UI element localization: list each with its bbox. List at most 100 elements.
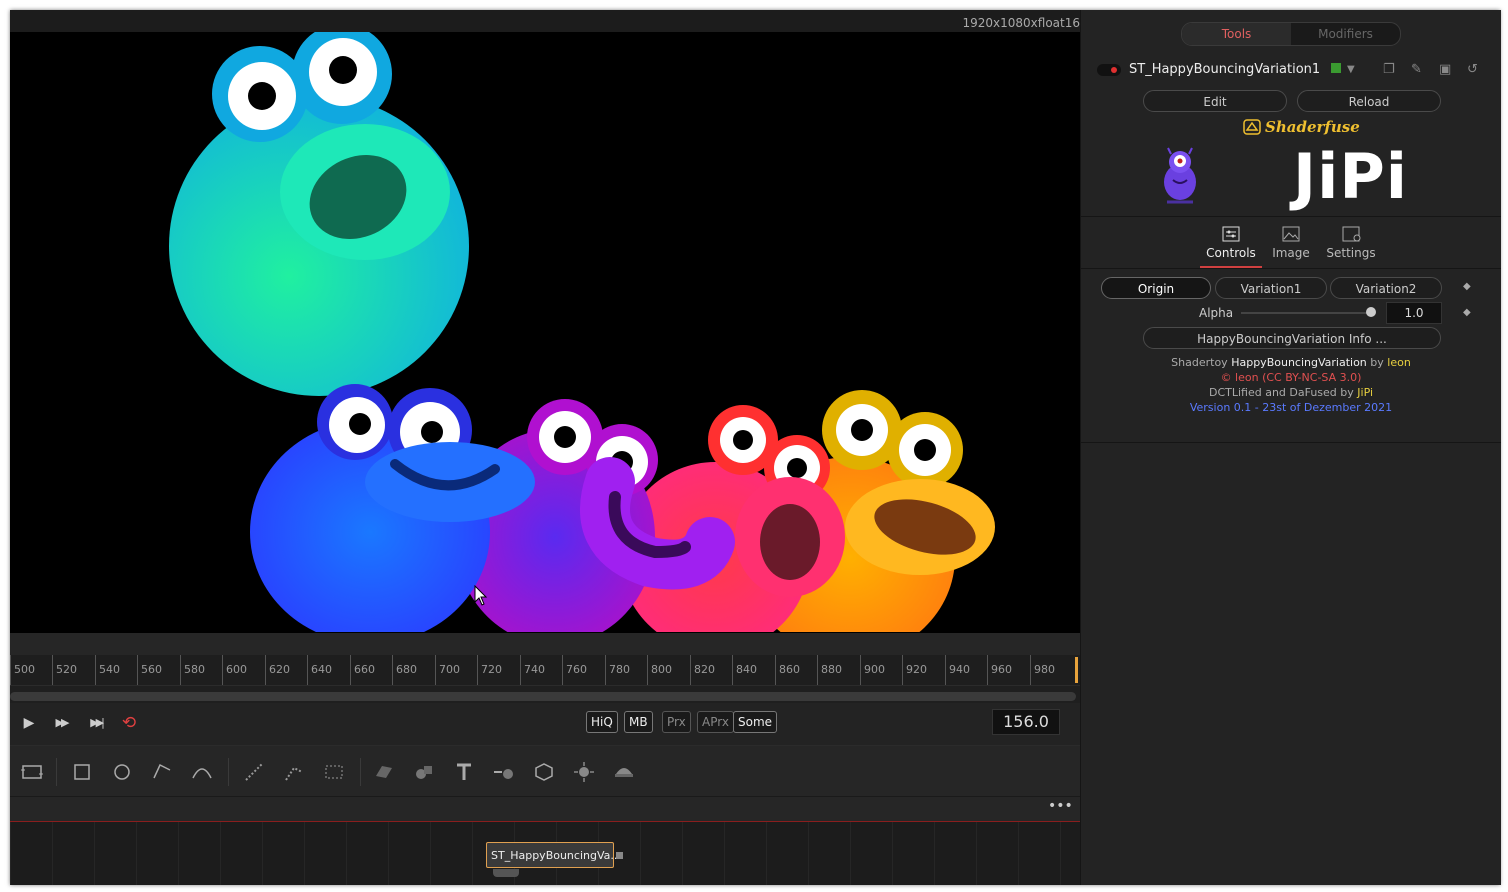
- jipi-title: JiPi: [1293, 140, 1409, 213]
- monster-mascot-icon: [1164, 147, 1196, 204]
- hiq-toggle[interactable]: HiQ: [586, 711, 618, 733]
- timeline-scrollbar[interactable]: [10, 692, 1076, 701]
- ruler-tick: 660: [350, 655, 392, 685]
- play-button[interactable]: ▶: [18, 713, 40, 733]
- go-to-end-button[interactable]: ▶▶|: [82, 713, 110, 733]
- tab-modifiers[interactable]: Modifiers: [1291, 23, 1400, 45]
- blob-cyan: [169, 32, 469, 396]
- sliders-icon: [1222, 226, 1240, 242]
- node-input-port[interactable]: [493, 869, 519, 877]
- reset-icon[interactable]: ↺: [1467, 62, 1478, 77]
- ruler-tick: 620: [265, 655, 307, 685]
- ruler-tick: 920: [902, 655, 945, 685]
- viewer-panel[interactable]: 1920x1080xfloat16: [10, 10, 1080, 633]
- fast-forward-button[interactable]: ▶▶: [50, 713, 72, 733]
- viewer-canvas[interactable]: [10, 32, 1080, 632]
- spotlight-3d-icon[interactable]: [572, 760, 596, 784]
- shader-node[interactable]: ST_HappyBouncingVa...: [486, 842, 621, 868]
- lock-icon[interactable]: ▣: [1439, 62, 1451, 77]
- alpha-value-field[interactable]: 1.0: [1386, 302, 1442, 324]
- author-link[interactable]: leon: [1387, 356, 1411, 369]
- credits-text: by: [1366, 356, 1388, 369]
- keyframe-diamond-icon[interactable]: ◆: [1463, 307, 1471, 318]
- ruler-tick: 740: [520, 655, 562, 685]
- proxy-toggle[interactable]: Prx: [662, 711, 691, 733]
- ruler-tick: 840: [732, 655, 775, 685]
- more-options-button[interactable]: •••: [1048, 799, 1073, 818]
- bspline-mask-icon[interactable]: [190, 760, 214, 784]
- fusion-app-window: 1920x1080xfloat16 500 520 540 560 580 60…: [10, 10, 1501, 885]
- info-button[interactable]: HappyBouncingVariation Info ...: [1143, 327, 1441, 349]
- versions-icon[interactable]: ❐: [1383, 62, 1395, 77]
- divider: [1081, 442, 1501, 443]
- alpha-slider-knob[interactable]: [1366, 307, 1376, 317]
- fast-forward-icon: ▶▶: [55, 716, 70, 729]
- ruler-tick: 880: [817, 655, 860, 685]
- tool-enable-toggle[interactable]: [1097, 64, 1121, 76]
- ruler-tick: 760: [562, 655, 605, 685]
- renderer-3d-icon[interactable]: [612, 760, 636, 784]
- alpha-slider-track[interactable]: [1241, 312, 1373, 314]
- rectangle-mask-icon[interactable]: [70, 760, 94, 784]
- resolution-label: 1920x1080xfloat16: [962, 16, 1080, 30]
- tool-color-swatch[interactable]: [1331, 63, 1341, 73]
- keyframe-diamond-icon[interactable]: ◆: [1463, 281, 1471, 292]
- play-icon: ▶: [23, 715, 35, 731]
- ruler-tick: 520: [52, 655, 95, 685]
- variation1-button[interactable]: Variation1: [1215, 277, 1327, 299]
- tab-tools[interactable]: Tools: [1182, 23, 1291, 45]
- text-3d-icon[interactable]: [452, 760, 476, 784]
- particle-emitter-icon[interactable]: [242, 760, 266, 784]
- tab-settings-label: Settings: [1326, 246, 1376, 260]
- auto-proxy-toggle[interactable]: APrx: [697, 711, 734, 733]
- tab-image[interactable]: Image: [1264, 224, 1318, 266]
- toolbar-separator: [56, 758, 57, 786]
- ruler-tick: 900: [860, 655, 902, 685]
- shape-3d-icon[interactable]: [412, 760, 436, 784]
- variation2-button[interactable]: Variation2: [1330, 277, 1442, 299]
- ellipse-mask-icon[interactable]: [110, 760, 134, 784]
- time-ruler[interactable]: 500 520 540 560 580 600 620 640 660 680 …: [10, 655, 1080, 686]
- playhead[interactable]: [1075, 657, 1078, 683]
- node-editor-canvas[interactable]: ST_HappyBouncingVa...: [10, 822, 1080, 885]
- polygon-mask-icon[interactable]: [150, 760, 174, 784]
- tool-name-label[interactable]: ST_HappyBouncingVariation1: [1129, 62, 1320, 77]
- shaderfuse-logo: Shaderfuse: [1265, 118, 1360, 136]
- merge-3d-icon[interactable]: [492, 760, 516, 784]
- mouse-cursor-icon: [474, 585, 488, 606]
- transport-bar: ▶ ▶▶ ▶▶| ⟲ HiQ MB Prx APrx Some 156.0: [10, 703, 1080, 746]
- tab-image-label: Image: [1272, 246, 1310, 260]
- node-output-port[interactable]: [616, 852, 623, 859]
- version-line: Version 0.1 - 23st of Dezember 2021: [1189, 401, 1393, 414]
- reload-button[interactable]: Reload: [1297, 90, 1441, 112]
- motion-blur-toggle[interactable]: MB: [624, 711, 653, 733]
- particle-render-icon[interactable]: [282, 760, 306, 784]
- tab-controls[interactable]: Controls: [1200, 224, 1262, 268]
- camera-3d-icon[interactable]: [532, 760, 556, 784]
- shaderfuse-logo-icon: [1243, 119, 1261, 135]
- ruler-tick: 940: [945, 655, 987, 685]
- pin-icon[interactable]: ✎: [1411, 62, 1422, 77]
- toolbar-separator: [360, 758, 361, 786]
- gear-icon: [1342, 226, 1361, 242]
- loop-button[interactable]: ⟲: [118, 713, 140, 733]
- ruler-tick: 640: [307, 655, 350, 685]
- variation-origin-button[interactable]: Origin: [1101, 277, 1211, 299]
- skip-end-icon: ▶▶|: [90, 716, 105, 729]
- selective-update-toggle[interactable]: Some: [733, 711, 778, 733]
- edit-button[interactable]: Edit: [1143, 90, 1287, 112]
- shader-title-link[interactable]: HappyBouncingVariation: [1231, 356, 1367, 369]
- jipi-link[interactable]: JiPi: [1357, 386, 1373, 399]
- ruler-tick: 580: [180, 655, 222, 685]
- chevron-down-icon[interactable]: ▼: [1347, 64, 1355, 75]
- current-frame-field[interactable]: 156.0: [992, 709, 1060, 735]
- alpha-label: Alpha: [1199, 306, 1234, 320]
- viewer-header: 1920x1080xfloat16: [10, 10, 1080, 32]
- background-tool-icon[interactable]: [20, 760, 44, 784]
- image-plane-3d-icon[interactable]: [372, 760, 396, 784]
- tab-settings[interactable]: Settings: [1324, 224, 1378, 266]
- ruler-tick: 800: [647, 655, 690, 685]
- text-plus-icon[interactable]: [322, 760, 346, 784]
- ruler-tick: 540: [95, 655, 137, 685]
- ruler-tick: 500: [10, 655, 52, 685]
